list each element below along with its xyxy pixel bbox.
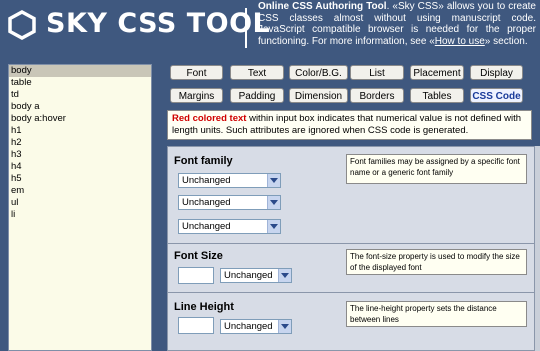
selector-item[interactable]: ul	[9, 197, 151, 209]
tab-text[interactable]: Text	[230, 65, 284, 80]
font-family-select-1[interactable]: Unchanged	[178, 173, 281, 188]
selector-item[interactable]: h3	[9, 149, 151, 161]
logo-separator	[245, 8, 247, 48]
font-family-select-2-value: Unchanged	[182, 197, 231, 208]
selector-list[interactable]: body table td body a body a:hover h1 h2 h3 h4 h5 e…	[8, 64, 152, 351]
chevron-down-icon	[267, 174, 280, 187]
tab-display[interactable]: Display	[470, 65, 523, 80]
selector-item[interactable]: h1	[9, 125, 151, 137]
selector-item[interactable]: body a:hover	[9, 113, 151, 125]
tab-dimension[interactable]: Dimension	[289, 88, 348, 103]
intro-title: Online CSS Authoring Tool	[258, 1, 387, 12]
tab-placement[interactable]: Placement	[410, 65, 464, 80]
font-family-select-2[interactable]: Unchanged	[178, 195, 281, 210]
font-family-select-1-value: Unchanged	[182, 175, 231, 186]
selector-item[interactable]: h5	[9, 173, 151, 185]
panel-scrollbar[interactable]	[535, 146, 540, 351]
selector-item[interactable]: body a	[9, 101, 151, 113]
chevron-down-icon	[278, 320, 291, 333]
selector-item[interactable]: h4	[9, 161, 151, 173]
chevron-down-icon	[267, 196, 280, 209]
logo-hexagon-icon	[8, 10, 36, 40]
font-family-hint: Font families may be assigned by a speci…	[346, 154, 527, 184]
font-size-title: Font Size	[174, 250, 223, 262]
font-size-input[interactable]	[178, 267, 214, 284]
font-family-select-3-value: Unchanged	[182, 221, 231, 232]
selector-item[interactable]: li	[9, 209, 151, 221]
tab-css-code[interactable]: CSS Code	[470, 88, 523, 103]
tab-color-bg[interactable]: Color/B.G.	[289, 65, 348, 80]
tab-margins[interactable]: Margins	[170, 88, 223, 103]
note-red-text: Red colored text	[172, 113, 247, 124]
font-family-title: Font family	[174, 155, 233, 167]
tab-tables[interactable]: Tables	[410, 88, 464, 103]
font-size-section: Font Size The font-size property is used…	[168, 244, 534, 293]
how-to-use-link[interactable]: How to use	[435, 36, 485, 47]
line-height-input[interactable]	[178, 317, 214, 334]
selector-item[interactable]: body	[9, 65, 151, 77]
units-note: Red colored text within input box indica…	[167, 110, 532, 140]
font-size-hint: The font-size property is used to modify…	[346, 249, 527, 275]
intro-text: Online CSS Authoring Tool. «Sky CSS» all…	[258, 1, 536, 47]
tab-padding[interactable]: Padding	[230, 88, 284, 103]
selector-item[interactable]: td	[9, 89, 151, 101]
selector-item[interactable]: em	[9, 185, 151, 197]
selector-item[interactable]: h2	[9, 137, 151, 149]
chevron-down-icon	[267, 220, 280, 233]
properties-panel: Font family Font families may be assigne…	[167, 146, 535, 351]
logo-text: SKY CSS TOOL	[46, 8, 271, 39]
line-height-hint: The line-height property sets the distan…	[346, 301, 527, 327]
font-size-unit-value: Unchanged	[224, 270, 273, 281]
tab-borders[interactable]: Borders	[350, 88, 404, 103]
line-height-title: Line Height	[174, 301, 234, 313]
font-size-unit-select[interactable]: Unchanged	[220, 268, 292, 283]
chevron-down-icon	[278, 269, 291, 282]
line-height-unit-select[interactable]: Unchanged	[220, 319, 292, 334]
line-height-section: Line Height The line-height property set…	[168, 293, 534, 350]
font-family-section: Font family Font families may be assigne…	[168, 147, 534, 244]
font-family-select-3[interactable]: Unchanged	[178, 219, 281, 234]
intro-end: » section.	[484, 35, 528, 47]
line-height-unit-value: Unchanged	[224, 321, 273, 332]
selector-item[interactable]: table	[9, 77, 151, 89]
tab-font[interactable]: Font	[170, 65, 223, 80]
tab-list[interactable]: List	[350, 65, 404, 80]
